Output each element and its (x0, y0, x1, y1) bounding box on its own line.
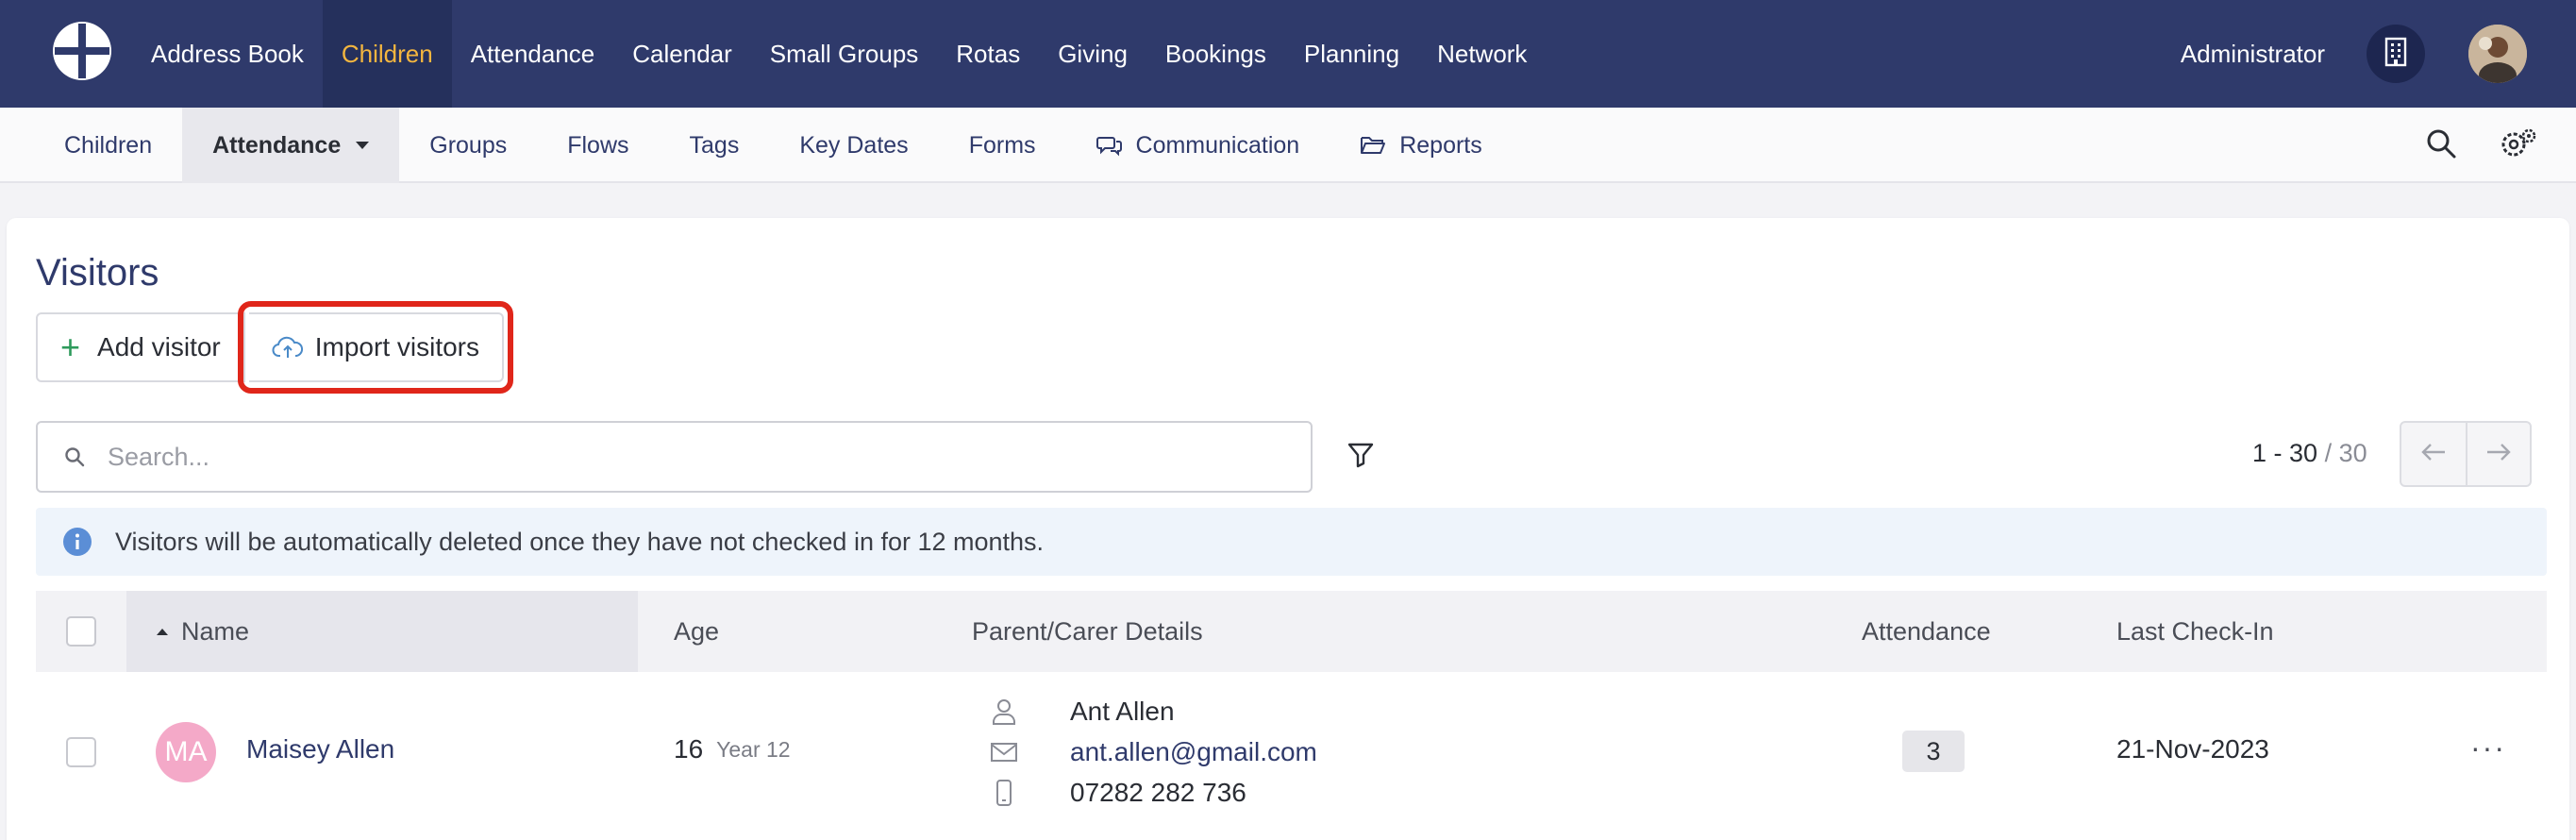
subnav-groups[interactable]: Groups (399, 108, 537, 183)
pagination-buttons (2400, 421, 2532, 487)
nav-address-book[interactable]: Address Book (132, 0, 323, 108)
pagination-info: 1 - 30 / 30 (2252, 439, 2367, 468)
add-visitor-label: Add visitor (97, 332, 221, 361)
avatar-initials: MA (156, 722, 216, 782)
arrow-left-icon (2420, 442, 2447, 467)
import-visitors-label: Import visitors (314, 332, 479, 361)
cloud-upload-icon (272, 335, 304, 360)
subnav-key-dates[interactable]: Key Dates (769, 108, 938, 183)
table-row[interactable]: MA Maisey Allen 16 Year 12 Ant Allen ant… (36, 672, 2547, 832)
parent-email-line: ant.allen@gmail.com (987, 731, 1317, 773)
parent-phone-line: 07282 282 736 (987, 772, 1246, 814)
info-notice: Visitors will be automatically deleted o… (36, 508, 2547, 576)
building-icon (2384, 37, 2408, 72)
mobile-phone-icon (987, 779, 1021, 807)
organisation-button[interactable] (2367, 25, 2425, 83)
row-select-cell (66, 737, 96, 767)
visitor-actions: + Add visitor Import visitors (36, 301, 513, 394)
import-visitors-wrapper: Import visitors (237, 301, 513, 394)
subbar-actions (2425, 108, 2538, 183)
settings-gears-icon[interactable] (2499, 127, 2538, 164)
last-check-in-date: 21-Nov-2023 (2116, 734, 2269, 764)
info-circle-icon (62, 527, 92, 557)
user-role-label[interactable]: Administrator (2181, 40, 2325, 69)
nav-rotas[interactable]: Rotas (937, 0, 1039, 108)
last-check-in-cell: 21-Nov-2023 (2116, 734, 2269, 764)
previous-page-button[interactable] (2401, 423, 2466, 485)
pagination-total: / 30 (2324, 439, 2367, 467)
page-title: Visitors (36, 252, 159, 294)
nav-attendance[interactable]: Attendance (452, 0, 614, 108)
user-area: Administrator (2181, 0, 2576, 108)
subnav-attendance-dropdown[interactable]: Attendance (182, 108, 400, 183)
search-icon[interactable] (2425, 127, 2457, 164)
parent-name: Ant Allen (1070, 697, 1175, 726)
plus-icon: + (60, 328, 81, 366)
subnav-forms[interactable]: Forms (939, 108, 1066, 183)
filter-funnel-icon (1347, 441, 1375, 474)
main-menu: Address Book Children Attendance Calenda… (132, 0, 1546, 108)
column-header-parent[interactable]: Parent/Carer Details (972, 591, 1203, 672)
subnav-children[interactable]: Children (34, 108, 182, 183)
school-year: Year 12 (716, 736, 791, 762)
subnav-communication[interactable]: Communication (1066, 108, 1330, 183)
arrow-right-icon (2485, 442, 2512, 467)
envelope-icon (987, 742, 1021, 763)
filter-button[interactable] (1342, 438, 1380, 476)
attendance-cell: 3 (1902, 731, 1965, 772)
nav-bookings[interactable]: Bookings (1146, 0, 1285, 108)
subnav-attendance-label: Attendance (212, 131, 342, 159)
column-name-label: Name (181, 616, 250, 646)
parent-phone: 07282 282 736 (1070, 778, 1246, 807)
parent-name-line: Ant Allen (987, 691, 1175, 732)
row-actions-menu[interactable]: ··· (2470, 731, 2506, 765)
avatar: MA (156, 722, 216, 782)
next-page-button[interactable] (2465, 423, 2530, 485)
parent-email-link[interactable]: ant.allen@gmail.com (1070, 737, 1317, 767)
sort-ascending-icon (157, 628, 168, 635)
chat-bubbles-icon (1096, 134, 1123, 157)
visitors-panel: Visitors + Add visitor Import visitors S… (7, 218, 2569, 840)
child-name: Maisey Allen (246, 734, 395, 764)
user-avatar[interactable] (2468, 25, 2527, 83)
child-name-link[interactable]: Maisey Allen (246, 734, 394, 764)
search-input[interactable] (108, 442, 1240, 472)
folder-open-icon (1360, 135, 1386, 156)
age-cell: 16 Year 12 (674, 734, 791, 764)
column-header-last-check-in[interactable]: Last Check-In (2116, 591, 2274, 672)
age-value: 16 (674, 734, 704, 764)
person-icon (987, 698, 1021, 725)
info-message: Visitors will be automatically deleted o… (115, 527, 1045, 556)
select-all-checkbox[interactable] (66, 616, 96, 647)
search-icon (64, 446, 85, 467)
subnav-communication-label: Communication (1135, 131, 1300, 159)
nav-planning[interactable]: Planning (1285, 0, 1418, 108)
add-visitor-button[interactable]: + Add visitor (36, 312, 245, 382)
column-header-name[interactable]: Name (126, 591, 638, 672)
table-header: Name Age Parent/Carer Details Attendance… (36, 591, 2547, 672)
subnav-reports-label: Reports (1399, 131, 1482, 159)
caret-down-icon (356, 142, 370, 149)
secondary-navigation-bar: Children Attendance Groups Flows Tags Ke… (0, 108, 2576, 183)
ellipsis-icon: ··· (2470, 731, 2506, 764)
select-all-cell (66, 591, 96, 672)
subnav-flows[interactable]: Flows (537, 108, 659, 183)
app-logo-icon[interactable] (49, 18, 115, 84)
section-menu: Children Attendance Groups Flows Tags Ke… (34, 108, 1513, 183)
nav-giving[interactable]: Giving (1039, 0, 1146, 108)
nav-children[interactable]: Children (322, 0, 452, 108)
pagination-range: 1 - 30 (2252, 439, 2318, 467)
attendance-count-badge[interactable]: 3 (1902, 731, 1965, 772)
nav-network[interactable]: Network (1418, 0, 1546, 108)
row-checkbox[interactable] (66, 737, 96, 767)
subnav-tags[interactable]: Tags (660, 108, 770, 183)
import-visitors-button[interactable]: Import visitors (248, 312, 504, 382)
nav-calendar[interactable]: Calendar (613, 0, 751, 108)
top-navigation-bar: Address Book Children Attendance Calenda… (0, 0, 2576, 108)
search-field[interactable] (36, 421, 1313, 493)
column-header-age[interactable]: Age (674, 591, 719, 672)
subnav-reports[interactable]: Reports (1330, 108, 1513, 183)
nav-small-groups[interactable]: Small Groups (751, 0, 938, 108)
column-header-attendance[interactable]: Attendance (1862, 591, 1991, 672)
